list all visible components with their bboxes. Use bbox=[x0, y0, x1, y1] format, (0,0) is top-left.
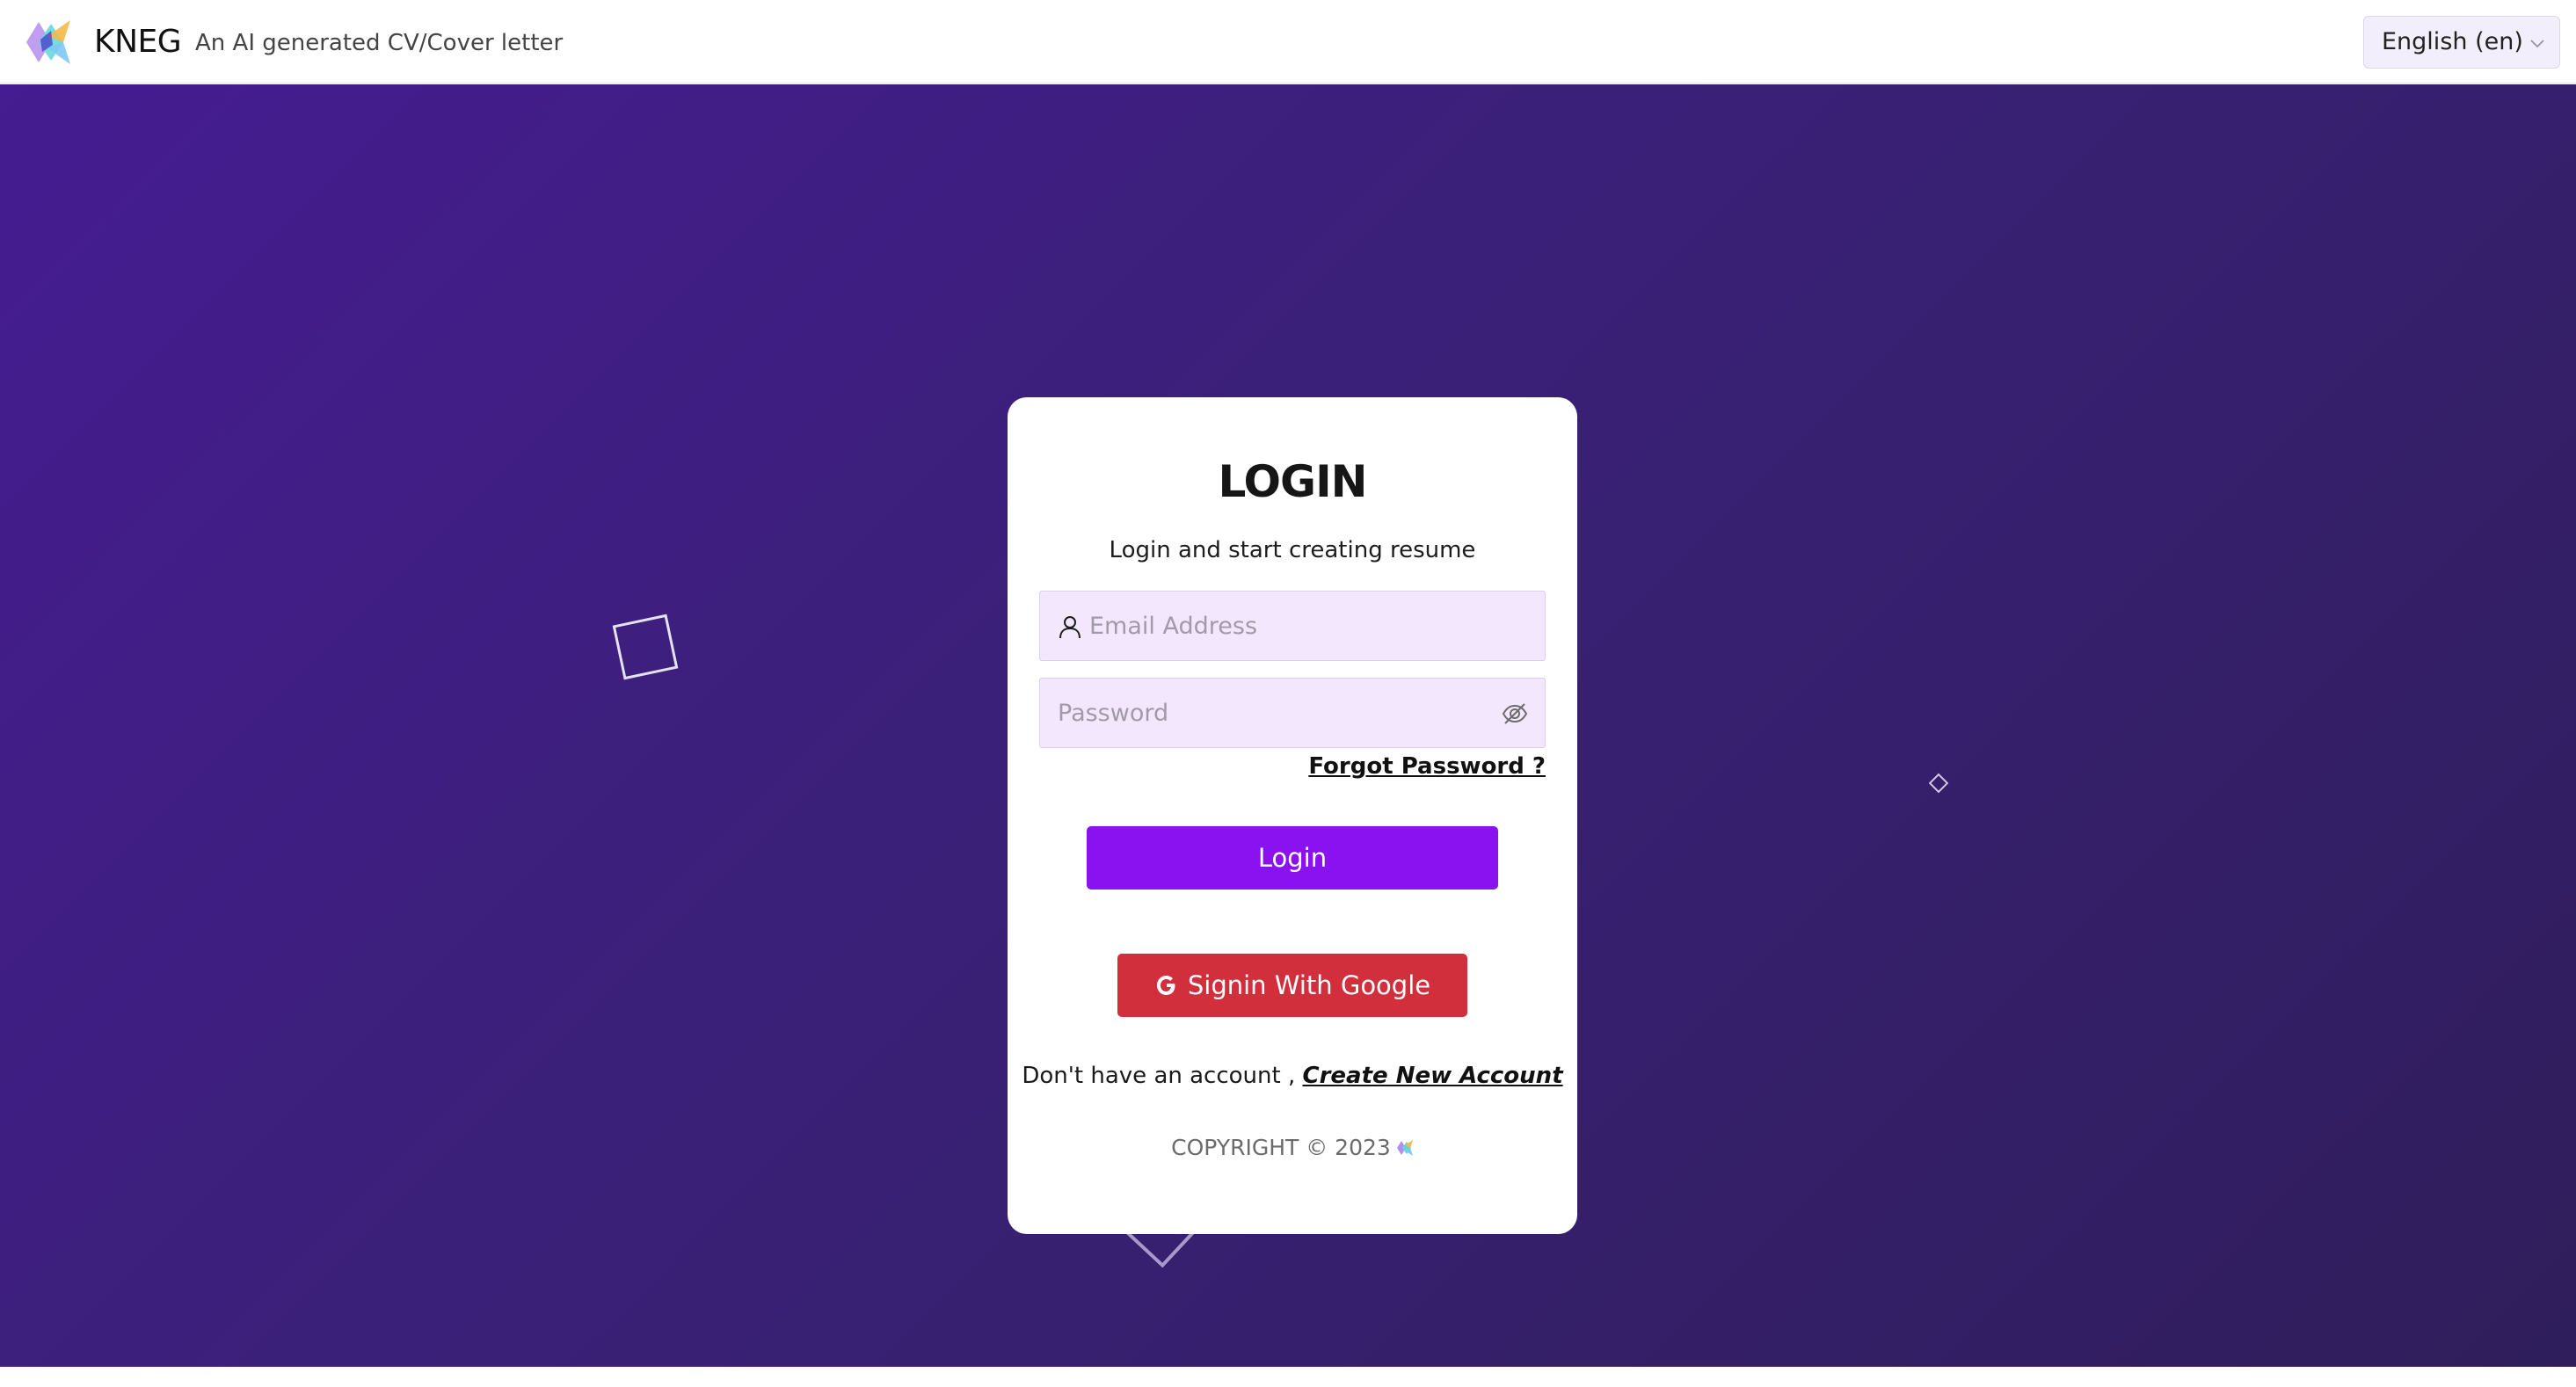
login-title: LOGIN bbox=[1218, 456, 1367, 507]
brand-name[interactable]: KNEG bbox=[94, 24, 182, 61]
email-field-container[interactable] bbox=[1039, 591, 1546, 661]
kneg-logo-icon bbox=[1396, 1140, 1413, 1156]
language-label: English (en) bbox=[2382, 28, 2523, 55]
create-account-link[interactable]: Create New Account bbox=[1303, 1063, 1563, 1089]
password-input[interactable] bbox=[1056, 679, 1478, 747]
login-background: LOGIN Login and start creating resume Fo… bbox=[0, 84, 2576, 1367]
login-button[interactable]: Login bbox=[1087, 826, 1498, 890]
google-signin-label: Signin With Google bbox=[1187, 970, 1431, 1000]
language-dropdown[interactable]: English (en) bbox=[2363, 16, 2560, 69]
kneg-logo-icon[interactable] bbox=[25, 18, 74, 66]
chevron-down-icon bbox=[2530, 40, 2544, 48]
google-signin-button[interactable]: Signin With Google bbox=[1117, 954, 1467, 1017]
eye-slash-icon[interactable] bbox=[1501, 700, 1529, 728]
login-card: LOGIN Login and start creating resume Fo… bbox=[1008, 397, 1577, 1234]
copyright: COPYRIGHT © 2023 bbox=[1008, 1134, 1577, 1162]
brand-tagline: An AI generated CV/Cover letter bbox=[195, 30, 564, 56]
forgot-password-link[interactable]: Forgot Password ? bbox=[1308, 752, 1546, 781]
decorative-square-left bbox=[612, 614, 679, 680]
copyright-text: COPYRIGHT © 2023 bbox=[1171, 1135, 1391, 1160]
no-account-text: Don't have an account , bbox=[1022, 1063, 1296, 1089]
google-g-icon bbox=[1156, 976, 1175, 995]
user-icon bbox=[1059, 616, 1081, 639]
password-field-container[interactable] bbox=[1039, 678, 1546, 748]
email-input[interactable] bbox=[1088, 592, 1527, 660]
top-navbar: KNEG An AI generated CV/Cover letter Eng… bbox=[0, 0, 2576, 84]
bottom-strip bbox=[0, 1367, 2576, 1387]
decorative-diamond-right bbox=[1928, 773, 1949, 794]
signup-prompt: Don't have an account , Create New Accou… bbox=[1008, 1062, 1577, 1090]
login-subtitle: Login and start creating resume bbox=[1109, 537, 1476, 563]
